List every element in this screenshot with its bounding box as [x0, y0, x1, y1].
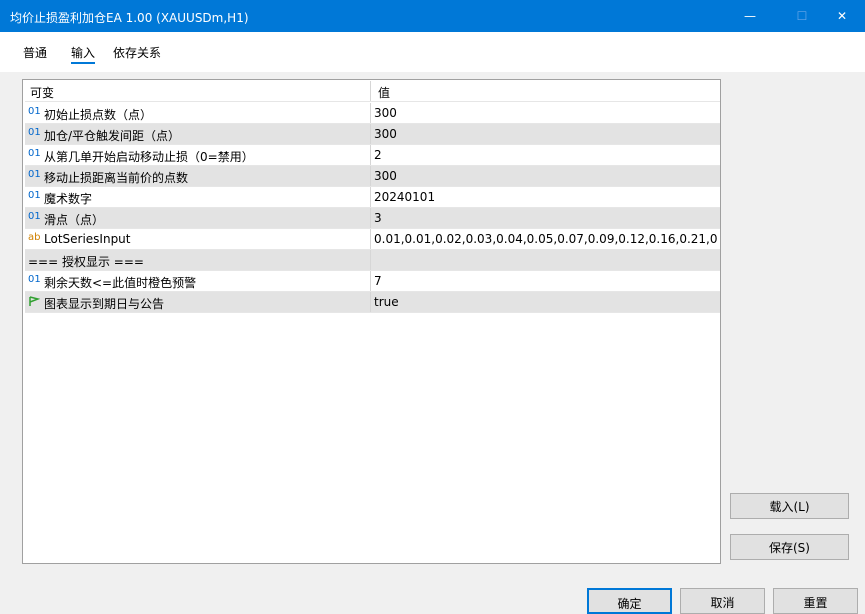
param-name: 加仓/平仓触发间距（点）	[44, 129, 181, 143]
integer-type-icon: 01	[28, 190, 41, 201]
integer-type-icon: 01	[28, 169, 41, 180]
inputs-grid: 可变 值 01 初始止损点数（点） 300 01 加仓/平仓触发间距（点） 300 …	[22, 79, 721, 564]
param-name: 剩余天数<=此值时橙色预警	[44, 276, 197, 290]
integer-type-icon: 01	[28, 148, 41, 159]
grid-header: 可变 值	[25, 81, 720, 102]
minimize-button[interactable]: —	[727, 0, 773, 32]
table-row[interactable]: 01 剩余天数<=此值时橙色预警 7	[25, 271, 720, 292]
param-value[interactable]: 0.01,0.01,0.02,0.03,0.04,0.05,0.07,0.09,…	[374, 232, 718, 246]
title-bar: 均价止损盈利加仓EA 1.00 (XAUUSDm,H1) — ☐ ✕	[0, 0, 865, 32]
column-separator	[370, 208, 371, 228]
table-row[interactable]: 01 滑点（点） 3	[25, 208, 720, 229]
column-separator	[370, 124, 371, 144]
column-separator	[370, 250, 371, 270]
param-value[interactable]: 7	[374, 274, 718, 288]
table-row[interactable]: 01 加仓/平仓触发间距（点） 300	[25, 124, 720, 145]
load-button[interactable]: 载入(L)	[730, 493, 849, 519]
tab-general[interactable]: 普通	[23, 44, 47, 61]
column-separator	[370, 187, 371, 207]
param-value[interactable]: 20240101	[374, 190, 718, 204]
param-name: 移动止损距离当前价的点数	[44, 171, 189, 185]
section-label: === 授权显示 ===	[28, 255, 144, 269]
column-separator	[370, 103, 371, 123]
integer-type-icon: 01	[28, 211, 41, 222]
tab-dependencies[interactable]: 依存关系	[113, 44, 161, 61]
table-row[interactable]: === 授权显示 ===	[25, 250, 720, 271]
param-value[interactable]: 300	[374, 127, 718, 141]
param-name: 从第几单开始启动移动止损（0=禁用）	[44, 150, 254, 164]
table-row[interactable]: 图表显示到期日与公告 true	[25, 292, 720, 313]
ok-button[interactable]: 确定	[587, 588, 672, 614]
integer-type-icon: 01	[28, 106, 41, 117]
column-separator[interactable]	[370, 81, 371, 101]
param-name: LotSeriesInput	[44, 232, 131, 246]
tab-bar: 普通 输入 依存关系	[0, 32, 865, 72]
bool-flag-icon	[28, 295, 44, 310]
param-value[interactable]: 300	[374, 169, 718, 183]
param-value[interactable]: 2	[374, 148, 718, 162]
param-name: 初始止损点数（点）	[44, 108, 153, 122]
column-separator	[370, 145, 371, 165]
column-separator	[370, 166, 371, 186]
close-button[interactable]: ✕	[819, 0, 865, 32]
param-value[interactable]: true	[374, 295, 718, 309]
save-button[interactable]: 保存(S)	[730, 534, 849, 560]
tab-inputs[interactable]: 输入	[71, 44, 95, 61]
param-name: 图表显示到期日与公告	[44, 297, 165, 311]
window-title: 均价止损盈利加仓EA 1.00 (XAUUSDm,H1)	[10, 11, 249, 25]
param-value[interactable]: 3	[374, 211, 718, 225]
param-name: 魔术数字	[44, 192, 93, 206]
param-name: 滑点（点）	[44, 213, 105, 227]
table-row[interactable]: ab LotSeriesInput 0.01,0.01,0.02,0.03,0.0…	[25, 229, 720, 250]
column-separator	[370, 271, 371, 291]
header-variable[interactable]: 可变	[30, 84, 54, 101]
table-row[interactable]: 01 初始止损点数（点） 300	[25, 103, 720, 124]
table-row[interactable]: 01 移动止损距离当前价的点数 300	[25, 166, 720, 187]
header-value[interactable]: 值	[378, 84, 722, 101]
param-value[interactable]: 300	[374, 106, 718, 120]
cancel-button[interactable]: 取消	[680, 588, 765, 614]
column-separator	[370, 229, 371, 249]
table-row[interactable]: 01 从第几单开始启动移动止损（0=禁用） 2	[25, 145, 720, 166]
reset-button[interactable]: 重置	[773, 588, 858, 614]
string-type-icon: ab	[28, 232, 41, 243]
integer-type-icon: 01	[28, 274, 41, 285]
table-row[interactable]: 01 魔术数字 20240101	[25, 187, 720, 208]
integer-type-icon: 01	[28, 127, 41, 138]
active-tab-indicator	[71, 62, 95, 64]
column-separator	[370, 292, 371, 312]
